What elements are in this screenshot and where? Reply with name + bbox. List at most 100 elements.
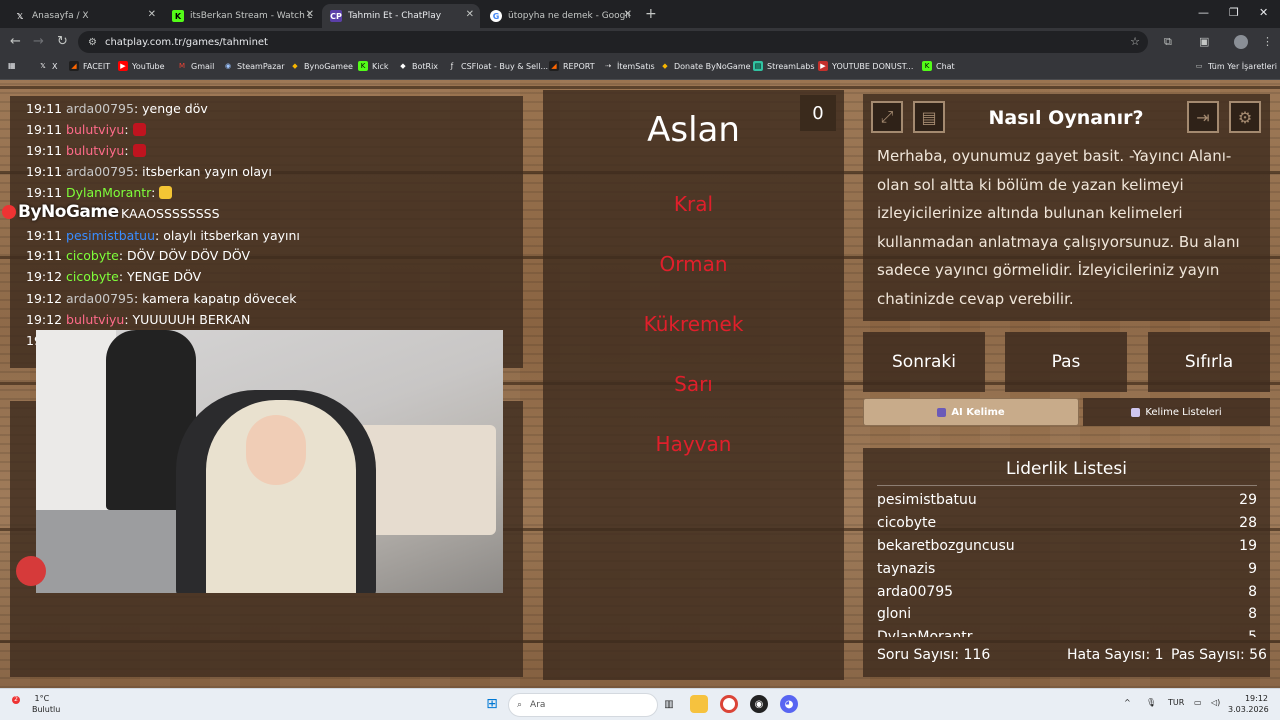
- kick-icon: K: [172, 10, 184, 22]
- weather-desc: Bulutlu: [32, 705, 61, 714]
- chat-username[interactable]: arda00795: [66, 291, 134, 306]
- language-indicator[interactable]: TUR: [1168, 698, 1184, 707]
- browser-tab-kick[interactable]: K itsBerkan Stream - Watch Live on Kick …: [164, 4, 320, 28]
- word-lists-label: Kelime Listeleri: [1145, 406, 1222, 418]
- volume-icon[interactable]: ◁): [1211, 698, 1220, 707]
- gear-icon[interactable]: ⚙: [1229, 101, 1261, 133]
- chat-time: 19:11: [26, 228, 63, 243]
- new-tab-button[interactable]: +: [645, 6, 657, 22]
- bookmark-csfloat[interactable]: ƒ CSFloat - Buy & Sell...: [447, 61, 548, 71]
- bookmark-youtube-donust[interactable]: ▶ YOUTUBE DONUST...: [818, 61, 913, 71]
- chat-text: itsberkan yayın olayı: [142, 164, 272, 179]
- bookmark-bynogamee[interactable]: ◆ BynoGamee: [290, 61, 353, 71]
- chat-username[interactable]: cicobyte: [66, 269, 119, 284]
- leaderboard-list[interactable]: pesimistbatuu 29 cicobyte 28 bekaretbozguncu…: [877, 489, 1257, 637]
- chrome-icon[interactable]: [720, 695, 738, 713]
- player-score: 19: [1239, 537, 1257, 554]
- list-icon: [1131, 407, 1141, 417]
- chat-text: YENGE DÖV: [127, 269, 202, 284]
- bookmark-botrix[interactable]: ◆ BotRix: [398, 61, 438, 71]
- exit-icon[interactable]: ⇥: [1187, 101, 1219, 133]
- botrix-icon: ◆: [400, 62, 406, 70]
- chat-username[interactable]: bulutviyu: [66, 312, 124, 327]
- forward-icon[interactable]: →: [33, 34, 44, 49]
- close-icon[interactable]: ✕: [624, 9, 632, 20]
- player-name: bekaretbozguncusu: [877, 537, 1015, 554]
- browser-tab-google[interactable]: G ütopyha ne demek - Google'da Ara ✕: [482, 4, 638, 28]
- all-bookmarks[interactable]: ▭ Tüm Yer İşaretleri: [1194, 61, 1277, 71]
- reset-button[interactable]: Sıfırla: [1148, 332, 1270, 392]
- chat-username[interactable]: cicobyte: [66, 248, 119, 263]
- url-text[interactable]: chatplay.com.tr/games/tahminet: [105, 37, 268, 48]
- steam-icon[interactable]: ◉: [750, 695, 768, 713]
- extensions-icon[interactable]: ⧉: [1164, 35, 1172, 49]
- chat-message: 19:11 DylanMorantr:: [26, 185, 173, 200]
- network-icon[interactable]: ▭: [1194, 698, 1202, 707]
- close-window-button[interactable]: ✕: [1259, 6, 1268, 19]
- windows-start-icon[interactable]: ⊞: [483, 695, 501, 713]
- pass-button[interactable]: Pas: [1005, 332, 1127, 392]
- taskbar-search[interactable]: ⌕ Ara: [508, 693, 658, 717]
- chat-username[interactable]: DylanMorantr: [66, 185, 151, 200]
- clock-time: 19:12: [1244, 694, 1268, 703]
- taskbar: 2 1°C Bulutlu ⊞ ⌕ Ara ▥ ◉ ◕ ^ 🎙 TUR ▭ ◁)…: [0, 688, 1280, 720]
- profile-avatar[interactable]: [1234, 35, 1248, 49]
- apps-icon[interactable]: ▦: [8, 61, 16, 70]
- error-count: Hata Sayısı: 1: [1067, 647, 1164, 663]
- player-name: pesimistbatuu: [877, 492, 977, 509]
- file-explorer-icon[interactable]: [690, 695, 708, 713]
- bookmark-kick[interactable]: K Kick: [358, 61, 389, 71]
- bookmark-report[interactable]: ◢ REPORT: [549, 61, 595, 71]
- microphone-icon[interactable]: 🎙: [1146, 698, 1156, 707]
- task-view-icon[interactable]: ▥: [660, 695, 678, 713]
- close-icon[interactable]: ✕: [306, 9, 314, 20]
- browser-tab-chatplay[interactable]: CP Tahmin Et - ChatPlay ✕: [322, 4, 480, 28]
- player-name: gloni: [877, 606, 912, 623]
- bookmark-itemsatis[interactable]: ⇢ İtemSatıs: [603, 61, 655, 71]
- chat-username[interactable]: bulutviyu: [66, 143, 124, 158]
- site-info-icon[interactable]: ⚙: [88, 37, 97, 48]
- minimize-button[interactable]: —: [1198, 6, 1209, 19]
- weather-widget[interactable]: 2 1°C Bulutlu: [12, 693, 60, 715]
- close-icon[interactable]: ✕: [466, 9, 474, 20]
- bookmark-gmail[interactable]: M Gmail: [177, 61, 214, 71]
- chat-username[interactable]: bulutviyu: [66, 122, 124, 137]
- cam-streamer: [246, 415, 306, 485]
- fullscreen-icon[interactable]: ⤢: [871, 101, 903, 133]
- notes-icon[interactable]: ▤: [913, 101, 945, 133]
- bookmark-youtube[interactable]: ▶ YouTube: [118, 61, 165, 71]
- word-lists-button[interactable]: Kelime Listeleri: [1083, 398, 1270, 426]
- bookmark-x[interactable]: 𝕏X: [38, 61, 57, 71]
- question-count: Soru Sayısı: 116: [877, 647, 991, 663]
- chat-username[interactable]: arda00795: [66, 164, 134, 179]
- bookmark-faceit[interactable]: ◢ FACEIT: [69, 61, 110, 71]
- leaderboard-row: gloni 8: [877, 603, 1257, 626]
- ai-word-button[interactable]: AI Kelime: [863, 398, 1079, 426]
- chat-username[interactable]: pesimistbatuu: [66, 228, 155, 243]
- reload-icon[interactable]: ↻: [57, 34, 68, 49]
- bookmark-donate[interactable]: ◆ Donate ByNoGame: [660, 61, 750, 71]
- back-icon[interactable]: ←: [10, 34, 21, 49]
- bookmark-steampazar[interactable]: ◉ SteamPazar: [223, 61, 285, 71]
- close-icon[interactable]: ✕: [148, 9, 156, 20]
- chat-username[interactable]: arda00795: [66, 101, 134, 116]
- record-icon[interactable]: [16, 556, 46, 586]
- bookmark-chat[interactable]: K Chat: [922, 61, 955, 71]
- cam-background: [36, 330, 116, 520]
- maximize-button[interactable]: ❐: [1229, 6, 1239, 19]
- leaderboard-row: arda00795 8: [877, 580, 1257, 603]
- clock[interactable]: 19:12 3.03.2026: [1228, 693, 1269, 715]
- sidepanel-icon[interactable]: ▣: [1199, 35, 1209, 48]
- next-button[interactable]: Sonraki: [863, 332, 985, 392]
- bookmark-streamlabs[interactable]: ▤ StreamLabs: [753, 61, 815, 71]
- browser-tab-x[interactable]: 𝕏 Anasayfa / X ✕: [6, 4, 162, 28]
- bynogame-icon: [2, 205, 16, 219]
- leaderboard-row: pesimistbatuu 29: [877, 489, 1257, 512]
- discord-icon[interactable]: ◕: [780, 695, 798, 713]
- chat-text: kamera kapatıp dövecek: [142, 291, 297, 306]
- menu-icon[interactable]: ⋮: [1262, 35, 1273, 48]
- steam-icon: ◉: [224, 62, 232, 70]
- address-bar[interactable]: ⚙ chatplay.com.tr/games/tahminet ☆: [78, 31, 1148, 53]
- tray-arrow-icon[interactable]: ^: [1124, 698, 1131, 707]
- bookmark-star-icon[interactable]: ☆: [1130, 35, 1140, 48]
